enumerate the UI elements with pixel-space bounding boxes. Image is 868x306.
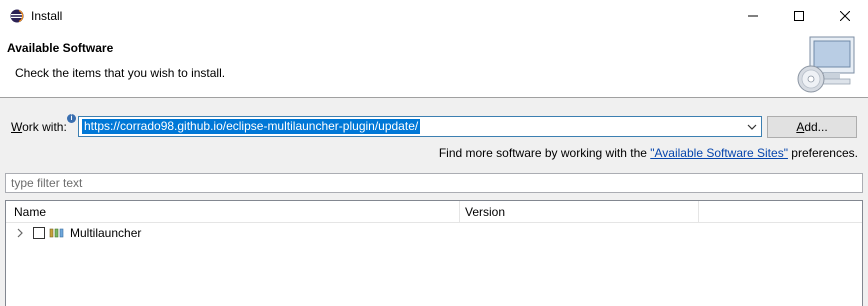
eclipse-icon [10, 9, 24, 23]
filter-input[interactable]: type filter text [5, 173, 863, 193]
work-with-url[interactable]: https://corrado98.github.io/eclipse-mult… [82, 119, 421, 134]
tree-header: Name Version [6, 201, 862, 223]
work-with-label: Work with: [11, 120, 67, 134]
item-checkbox[interactable] [33, 227, 45, 239]
window-title: Install [31, 9, 63, 23]
page-description: Check the items that you wish to install… [15, 66, 226, 80]
page-title: Available Software [7, 41, 114, 55]
chevron-down-icon[interactable] [747, 122, 757, 132]
category-icon [49, 228, 64, 238]
available-software-sites-link[interactable]: "Available Software Sites" [650, 146, 788, 160]
maximize-button[interactable] [776, 0, 822, 31]
maximize-icon [794, 10, 804, 21]
column-divider[interactable] [459, 201, 460, 223]
tree-row[interactable]: Multilauncher [6, 223, 862, 243]
minimize-button[interactable] [730, 0, 776, 31]
column-version[interactable]: Version [465, 205, 505, 219]
dialog-header: Available Software Check the items that … [0, 31, 868, 98]
column-divider[interactable] [698, 201, 699, 223]
minimize-icon [748, 15, 758, 16]
filter-placeholder: type filter text [11, 176, 83, 190]
add-button[interactable]: Add... [767, 116, 857, 138]
find-more-text: Find more software by working with the "… [438, 146, 858, 160]
close-button[interactable] [822, 0, 868, 31]
computer-cd-icon [797, 36, 855, 93]
work-with-combo[interactable]: https://corrado98.github.io/eclipse-mult… [78, 116, 762, 137]
software-tree[interactable]: Name Version Multilauncher [5, 200, 863, 306]
title-bar: Install [0, 0, 868, 31]
info-icon: i [67, 114, 76, 123]
close-icon [840, 10, 850, 21]
column-name[interactable]: Name [14, 205, 46, 219]
dialog-content: Work with: i https://corrado98.github.io… [0, 98, 868, 306]
item-label: Multilauncher [70, 226, 142, 240]
chevron-right-icon[interactable] [15, 228, 25, 238]
